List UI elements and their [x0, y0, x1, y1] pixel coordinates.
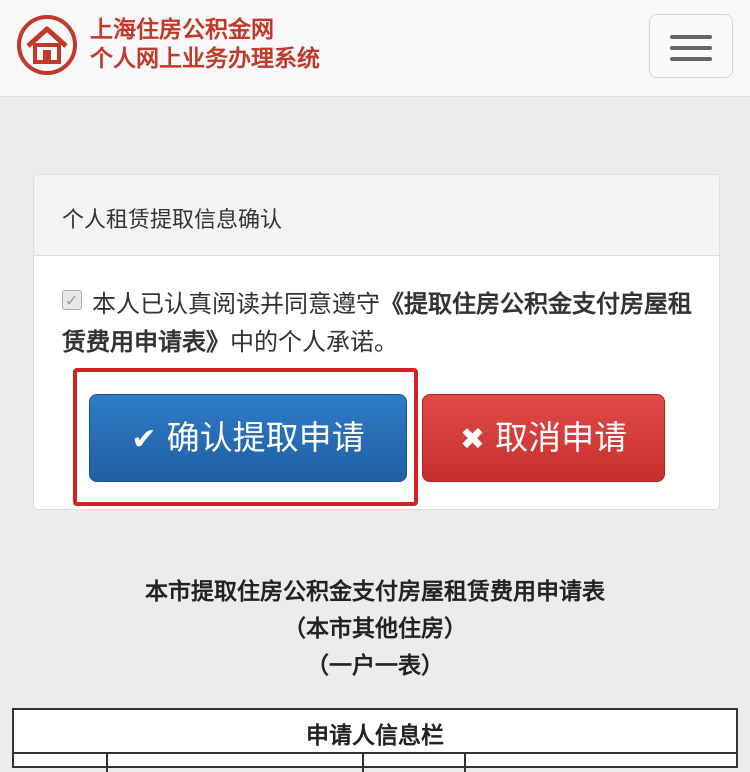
menu-button[interactable] — [649, 14, 733, 78]
agreement-text: 本人已认真阅读并同意遵守《提取住房公积金支付房屋租赁费用申请表》中的个人承诺。 — [62, 282, 702, 361]
applicant-info-table: 申请人信息栏 — [12, 708, 738, 772]
confirm-label: 确认提取申请 — [166, 418, 365, 457]
system-name: 个人网上业务办理系统 — [90, 46, 320, 72]
form-title: 本市提取住房公积金支付房屋租赁费用申请表 — [145, 579, 605, 605]
site-name: 上海住房公积金网 — [90, 17, 274, 43]
housing-fund-logo-icon — [17, 15, 77, 75]
check-icon: ✔ — [131, 422, 157, 457]
brand-text: 上海住房公积金网 个人网上业务办理系统 — [90, 16, 320, 74]
agree-prefix: 本人已认真阅读并同意遵守 — [92, 290, 380, 318]
close-icon: ✖ — [459, 422, 486, 457]
panel-title: 个人租赁提取信息确认 — [62, 208, 283, 233]
agree-suffix: 中的个人承诺。 — [230, 328, 398, 356]
form-title-block: 本市提取住房公积金支付房屋租赁费用申请表 （本市其他住房） （一户一表） — [0, 574, 750, 685]
form-subtitle-2: （一户一表） — [306, 653, 444, 679]
app-header: 上海住房公积金网 个人网上业务办理系统 — [0, 0, 750, 97]
cancel-label: 取消申请 — [495, 418, 628, 457]
form-subtitle-1: （本市其他住房） — [283, 616, 467, 642]
confirm-withdraw-button[interactable]: ✔ 确认提取申请 — [89, 394, 407, 482]
cancel-application-button[interactable]: ✖ 取消申请 — [422, 394, 665, 482]
hamburger-icon — [670, 35, 712, 39]
table-header: 申请人信息栏 — [306, 723, 444, 749]
panel-header: 个人租赁提取信息确认 — [34, 175, 719, 256]
agree-checkbox[interactable] — [62, 282, 82, 320]
